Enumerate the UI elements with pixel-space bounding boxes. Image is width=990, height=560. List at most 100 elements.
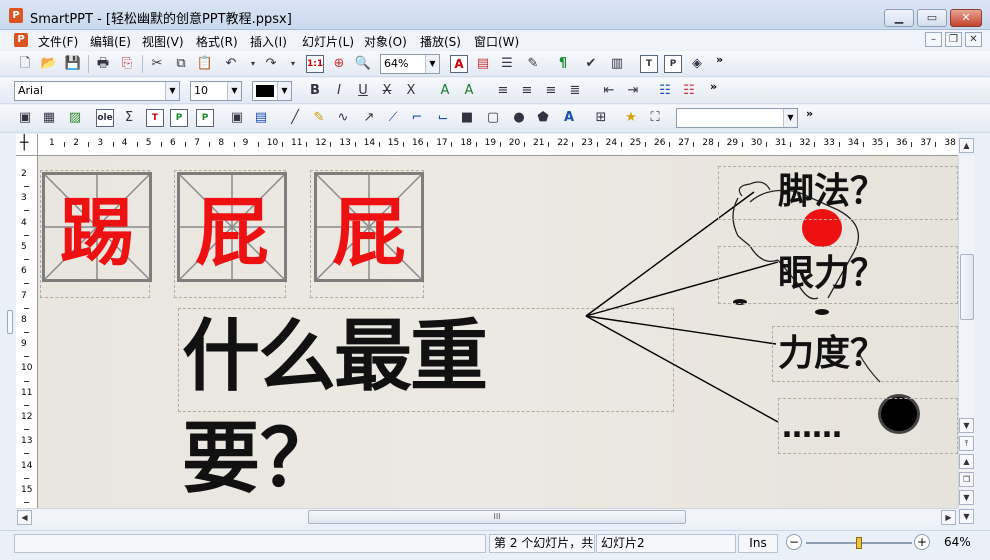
connector-frame-icon[interactable]: ▤ (252, 109, 270, 127)
clear-format-icon[interactable]: X (402, 82, 420, 100)
increase-indent-icon[interactable]: ⇥ (624, 82, 642, 100)
menu-slide[interactable]: 幻灯片(L) (298, 32, 358, 51)
slide-list-icon[interactable]: ❐ (959, 472, 974, 487)
font-size-select[interactable]: 10 ▼ (190, 81, 242, 101)
spell-check-icon[interactable]: ✔ (582, 55, 600, 73)
picture-frame-icon[interactable]: P (664, 55, 682, 73)
align-left-icon[interactable]: ≡ (494, 82, 512, 100)
elbow-connector-icon[interactable]: ⌐ (408, 109, 426, 127)
text-color-icon[interactable]: A (450, 55, 468, 73)
bullet-list-icon[interactable]: ☷ (656, 82, 674, 100)
copy-icon[interactable]: ⧉ (172, 55, 190, 73)
vertical-ruler[interactable]: 2 3 4 5 6 7 8 9 10 11 12 13 14 15 (16, 156, 38, 508)
chevron-down-icon[interactable]: ▼ (227, 82, 241, 100)
strikethrough-icon[interactable]: X (378, 82, 396, 100)
scroll-left-arrow-icon[interactable]: ◀ (17, 510, 32, 525)
autoshape-icon[interactable]: ⬟ (534, 109, 552, 127)
toolbar-overflow-button[interactable]: » (716, 53, 723, 66)
close-button[interactable]: ✕ (950, 9, 982, 27)
zoom-slider-thumb[interactable] (856, 537, 862, 549)
zoom-out-button[interactable]: − (786, 534, 802, 550)
cut-icon[interactable]: ✂ (148, 55, 166, 73)
label-power[interactable]: 力度？ (778, 332, 886, 376)
italic-icon[interactable]: I (330, 82, 348, 100)
vertical-scroll-thumb[interactable] (960, 254, 974, 320)
group-icon[interactable]: ▣ (228, 109, 246, 127)
menu-window[interactable]: 窗口(W) (470, 32, 523, 51)
decrease-indent-icon[interactable]: ⇤ (600, 82, 618, 100)
numbered-list-icon[interactable]: ☷ (680, 82, 698, 100)
list-icon[interactable]: ☰ (498, 55, 516, 73)
star-icon[interactable]: ★ (622, 109, 640, 127)
placeholder-box-icon[interactable]: P (196, 109, 214, 127)
menu-play[interactable]: 播放(S) (416, 32, 465, 51)
curve-tool-icon[interactable]: ∿ (334, 109, 352, 127)
pencil-icon[interactable]: ✎ (310, 109, 328, 127)
align-right-icon[interactable]: ≡ (542, 82, 560, 100)
first-slide-icon[interactable]: ⤒ (959, 436, 974, 451)
scroll-right-arrow-icon[interactable]: ▶ (941, 510, 956, 525)
scroll-down-arrow-icon[interactable]: ▼ (959, 418, 974, 433)
chevron-down-icon[interactable]: ▼ (425, 55, 439, 73)
menu-view[interactable]: 视图(V) (138, 32, 188, 51)
next-slide-icon[interactable]: ▼ (959, 490, 974, 505)
arrow-tool-icon[interactable]: ↗ (360, 109, 378, 127)
label-footwork[interactable]: 脚法？ (778, 170, 886, 214)
image-icon[interactable]: ▨ (66, 109, 84, 127)
connector-icon[interactable]: ⟋ (384, 109, 402, 127)
scroll-up-arrow-icon[interactable]: ▲ (959, 138, 974, 153)
grow-font-icon[interactable]: A (436, 82, 454, 100)
font-name-select[interactable]: Arial ▼ (14, 81, 180, 101)
menu-file[interactable]: 文件(F) (34, 32, 82, 51)
minimize-button[interactable]: ▁ (884, 9, 914, 27)
vertical-scrollbar[interactable]: ▼ ⤒ ▲ ❐ ▼ (958, 156, 975, 508)
insert-mode-indicator[interactable]: Ins (738, 534, 778, 553)
mdi-restore-button[interactable]: ❐ (945, 32, 962, 47)
panel-splitter-handle[interactable] (7, 310, 13, 334)
undo-dropdown-icon[interactable]: ▾ (244, 55, 262, 73)
ole-object-icon[interactable]: ole (96, 109, 114, 127)
redo-dropdown-icon[interactable]: ▾ (284, 55, 302, 73)
redo-icon[interactable]: ↷ (262, 55, 280, 73)
pdf-icon[interactable]: ⎘ (118, 55, 136, 73)
table-icon[interactable]: ▦ (40, 109, 58, 127)
chevron-down-icon[interactable]: ▼ (277, 82, 291, 100)
wordart-icon[interactable]: A (560, 109, 578, 127)
formula-icon[interactable]: Σ (120, 109, 138, 127)
ruler-corner[interactable]: ┼ (16, 134, 38, 156)
paragraph-mark-icon[interactable]: ¶ (554, 55, 572, 73)
toolbar-overflow-button[interactable]: » (806, 107, 813, 120)
zoom-in-button[interactable]: + (914, 534, 930, 550)
crop-icon[interactable]: ⛶ (646, 109, 664, 127)
align-center-icon[interactable]: ≡ (518, 82, 536, 100)
brush-icon[interactable]: ✎ (524, 55, 542, 73)
undo-icon[interactable]: ↶ (222, 55, 240, 73)
menu-object[interactable]: 对象(O) (360, 32, 411, 51)
rectangle-tool-icon[interactable]: ■ (458, 109, 476, 127)
document-icon[interactable]: P (14, 33, 28, 47)
mdi-minimize-button[interactable]: – (925, 32, 942, 47)
object-style-select[interactable]: ▼ (676, 108, 798, 128)
scroll-end-arrow-icon[interactable]: ▼ (959, 509, 974, 524)
label-ellipsis[interactable]: …… (782, 408, 842, 448)
maximize-button[interactable]: ▭ (917, 9, 947, 27)
save-icon[interactable]: 💾 (64, 55, 82, 73)
align-objects-icon[interactable]: ⊞ (592, 109, 610, 127)
zoom-select[interactable]: 64% ▼ (380, 54, 440, 74)
text-box-icon[interactable]: T (146, 109, 164, 127)
text-frame-icon[interactable]: T (640, 55, 658, 73)
menu-format[interactable]: 格式(R) (192, 32, 242, 51)
new-icon[interactable]: 🗋 (16, 55, 34, 73)
horizontal-ruler[interactable]: 1 2 3 4 5 6 7 8 9 10 11 12 13 14 15 16 17 18 19 20 21 22 23 24 2… (16, 134, 958, 156)
layers-icon[interactable]: ◈ (688, 55, 706, 73)
chevron-down-icon[interactable]: ▼ (165, 82, 179, 100)
ellipse-tool-icon[interactable]: ● (510, 109, 528, 127)
curved-connector-icon[interactable]: ⌙ (434, 109, 452, 127)
chart-icon[interactable]: ▥ (608, 55, 626, 73)
picture-box-icon[interactable]: P (170, 109, 188, 127)
open-folder-icon[interactable]: 📂 (40, 55, 58, 73)
label-eyesight[interactable]: 眼力？ (778, 252, 886, 296)
justify-icon[interactable]: ≣ (566, 82, 584, 100)
menu-insert[interactable]: 插入(I) (246, 32, 291, 51)
shrink-font-icon[interactable]: A (460, 82, 478, 100)
